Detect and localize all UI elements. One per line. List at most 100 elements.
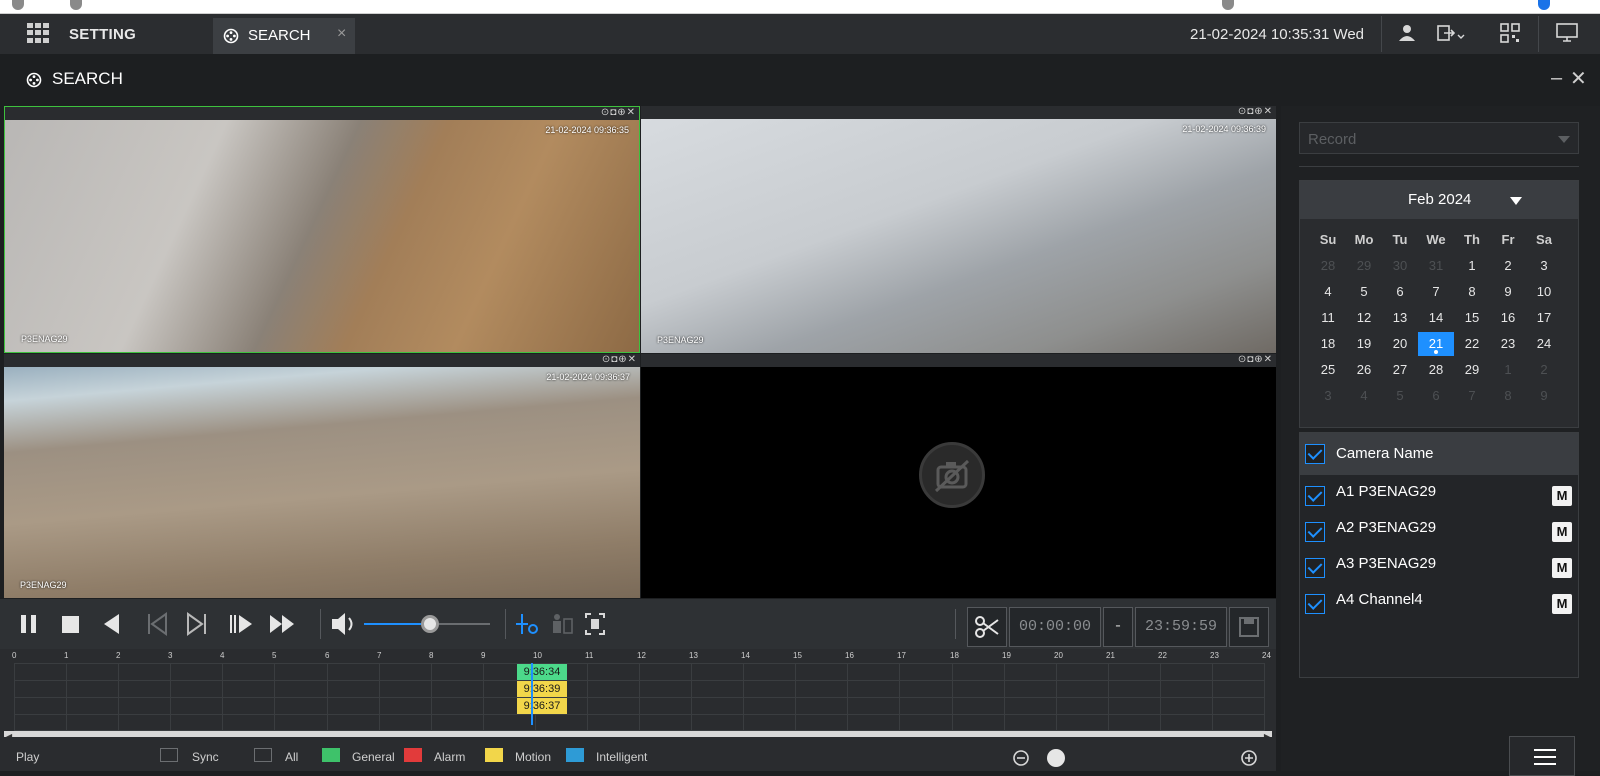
calendar-day[interactable]: 3 xyxy=(1526,254,1562,278)
camera-main-stream-button[interactable]: M xyxy=(1552,558,1572,578)
calendar-day[interactable]: 7 xyxy=(1418,280,1454,304)
timeline-hour-tick: 12 xyxy=(637,651,646,660)
calendar-day[interactable]: 12 xyxy=(1346,306,1382,330)
clip-button[interactable] xyxy=(967,607,1007,647)
search-reel-icon xyxy=(26,72,42,88)
play-backward-icon[interactable] xyxy=(101,599,123,649)
calendar-day[interactable]: 28 xyxy=(1418,358,1454,382)
camera-checkbox[interactable] xyxy=(1305,594,1325,614)
slow-play-icon[interactable] xyxy=(228,599,254,649)
calendar-day[interactable]: 26 xyxy=(1346,358,1382,382)
volume-slider[interactable] xyxy=(364,615,490,633)
timeline-rows[interactable] xyxy=(14,663,1264,731)
human-detect-icon[interactable] xyxy=(548,599,574,649)
zoom-in-icon[interactable] xyxy=(1240,749,1258,767)
bookmark-icon[interactable] xyxy=(1222,0,1234,10)
calendar-month-label[interactable]: Feb 2024 xyxy=(1408,191,1471,208)
motion-checkbox[interactable] xyxy=(485,748,503,762)
calendar-day[interactable]: 20 xyxy=(1382,332,1418,356)
calendar-day[interactable]: 17 xyxy=(1526,306,1562,330)
tab-search[interactable]: SEARCH × xyxy=(213,18,355,54)
calendar-day[interactable]: 1 xyxy=(1454,254,1490,278)
calendar-day[interactable]: 10 xyxy=(1526,280,1562,304)
video-pane-1[interactable]: ⊙◘⊕✕ 21-02-2024 09:36:35 P3ENAG29 xyxy=(4,106,640,353)
record-type-select[interactable]: Record xyxy=(1299,122,1579,154)
calendar-day[interactable]: 24 xyxy=(1526,332,1562,356)
calendar-day[interactable]: 29 xyxy=(1454,358,1490,382)
volume-icon[interactable] xyxy=(329,599,357,649)
smart-search-icon[interactable] xyxy=(514,599,540,649)
calendar-day[interactable]: 9 xyxy=(1490,280,1526,304)
next-frame-icon[interactable] xyxy=(186,599,208,649)
calendar-day: 6 xyxy=(1432,388,1440,403)
month-dropdown-icon[interactable] xyxy=(1510,197,1522,205)
fullscreen-icon[interactable] xyxy=(584,599,606,649)
calendar-day[interactable]: 11 xyxy=(1310,306,1346,330)
logout-icon[interactable] xyxy=(1437,23,1467,43)
calendar-day[interactable]: 19 xyxy=(1346,332,1382,356)
pane-tools-icons[interactable]: ⊙◘⊕✕ xyxy=(601,107,636,118)
video-pane-4[interactable]: ⊙◘⊕✕ xyxy=(641,354,1276,598)
select-all-cameras-checkbox[interactable] xyxy=(1305,444,1325,464)
back-icon[interactable] xyxy=(12,0,24,10)
tab-close-icon[interactable]: × xyxy=(337,25,346,43)
general-checkbox[interactable] xyxy=(322,748,340,762)
calendar-day[interactable]: 18 xyxy=(1310,332,1346,356)
video-pane-3[interactable]: ⊙◘⊕✕ 21-02-2024 09:36:37 P3ENAG29 xyxy=(4,354,640,598)
user-icon[interactable] xyxy=(1397,23,1417,43)
timeline[interactable]: 0 1 2 3 4 5 6 7 8 9 10 11 12 13 14 15 16 17 18 19 20 21 22 23 24… xyxy=(0,649,1276,741)
all-checkbox[interactable] xyxy=(254,748,272,762)
calendar-day[interactable]: 16 xyxy=(1490,306,1526,330)
pane-tools-icons[interactable]: ⊙◘⊕✕ xyxy=(602,354,637,365)
stop-icon[interactable] xyxy=(60,599,82,649)
calendar-day[interactable]: 25 xyxy=(1310,358,1346,382)
clip-end-time[interactable]: 23:59:59 xyxy=(1135,607,1227,647)
calendar-day[interactable]: 13 xyxy=(1382,306,1418,330)
calendar-day[interactable]: 27 xyxy=(1382,358,1418,382)
save-clip-button[interactable] xyxy=(1229,607,1269,647)
monitor-icon[interactable] xyxy=(1556,23,1578,43)
timeline-playhead[interactable] xyxy=(531,663,533,725)
calendar-day[interactable]: 6 xyxy=(1382,280,1418,304)
zoom-out-icon[interactable] xyxy=(1012,749,1030,767)
calendar-day[interactable]: 8 xyxy=(1454,280,1490,304)
zoom-slider-knob[interactable] xyxy=(1047,749,1065,767)
camera-checkbox[interactable] xyxy=(1305,486,1325,506)
pause-icon[interactable] xyxy=(18,599,40,649)
calendar-day[interactable]: 23 xyxy=(1490,332,1526,356)
qr-code-icon[interactable] xyxy=(1500,23,1520,43)
calendar-day[interactable]: 14 xyxy=(1418,306,1454,330)
calendar-day-selected[interactable]: 21 xyxy=(1418,332,1454,356)
reload-icon[interactable] xyxy=(70,0,82,10)
minimize-icon[interactable]: – xyxy=(1551,67,1562,90)
alarm-checkbox[interactable] xyxy=(404,748,422,762)
setting-menu[interactable]: SETTING xyxy=(69,26,136,43)
calendar-day[interactable]: 4 xyxy=(1310,280,1346,304)
calendar-day[interactable]: 2 xyxy=(1490,254,1526,278)
fast-forward-icon[interactable] xyxy=(268,599,298,649)
pane-tools-icons[interactable]: ⊙◘⊕✕ xyxy=(1238,106,1273,117)
volume-slider-knob[interactable] xyxy=(421,615,439,633)
timeline-record-marker[interactable]: 9:36:39 xyxy=(517,681,567,697)
timeline-record-marker[interactable]: 9:36:37 xyxy=(517,698,567,714)
main-menu-grid-icon[interactable] xyxy=(27,23,49,43)
camera-checkbox[interactable] xyxy=(1305,522,1325,542)
timeline-record-marker[interactable]: 9:36:34 xyxy=(517,664,567,680)
previous-frame-icon[interactable] xyxy=(146,599,168,649)
sync-checkbox[interactable] xyxy=(160,748,178,762)
close-icon[interactable]: ✕ xyxy=(1570,66,1587,91)
clip-start-time[interactable]: 00:00:00 xyxy=(1009,607,1101,647)
camera-main-stream-button[interactable]: M xyxy=(1552,522,1572,542)
camera-main-stream-button[interactable]: M xyxy=(1552,594,1572,614)
profile-icon[interactable] xyxy=(1538,0,1550,10)
camera-checkbox[interactable] xyxy=(1305,558,1325,578)
camera-main-stream-button[interactable]: M xyxy=(1552,486,1572,506)
pane-tools-icons[interactable]: ⊙◘⊕✕ xyxy=(1238,354,1273,365)
calendar-day[interactable]: 5 xyxy=(1346,280,1382,304)
video-pane-2[interactable]: ⊙◘⊕✕ 21-02-2024 09:36:39 P3ENAG29 xyxy=(641,106,1276,353)
calendar-day[interactable]: 22 xyxy=(1454,332,1490,356)
intelligent-checkbox[interactable] xyxy=(566,748,584,762)
timeline-hour-tick: 20 xyxy=(1054,651,1063,660)
calendar-day[interactable]: 15 xyxy=(1454,306,1490,330)
file-list-button[interactable] xyxy=(1509,736,1575,776)
